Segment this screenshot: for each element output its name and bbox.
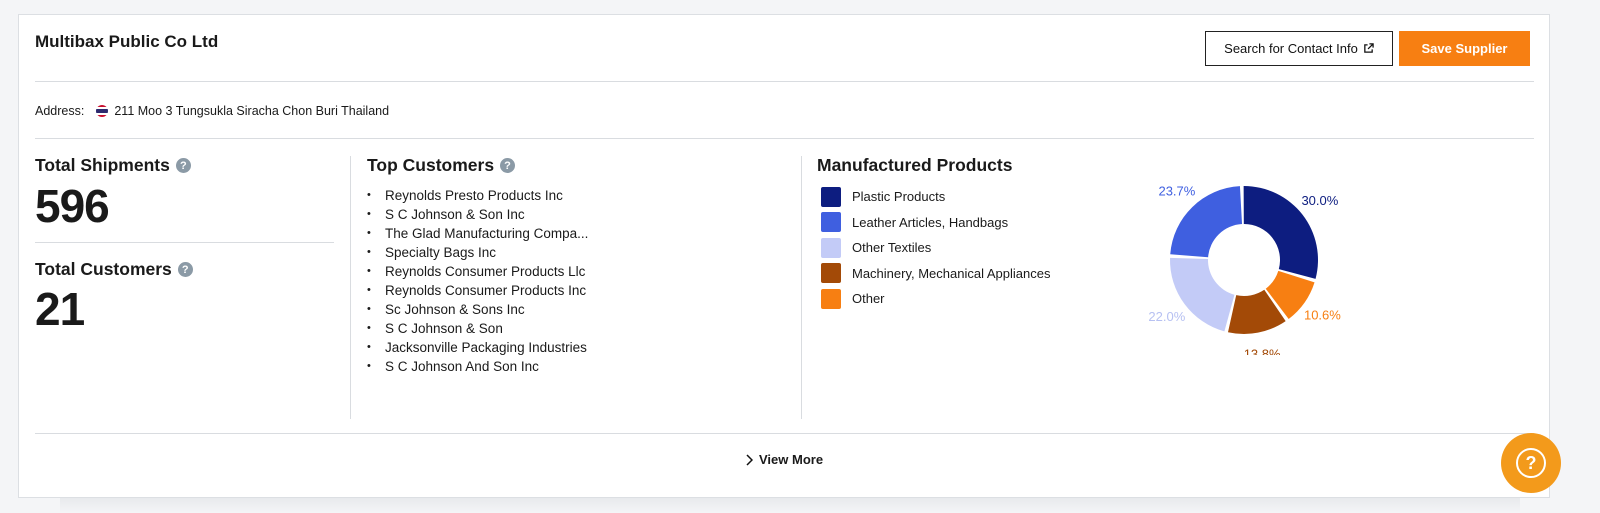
- question-icon: ?: [1516, 448, 1546, 478]
- legend-item[interactable]: Leather Articles, Handbags: [821, 210, 1050, 236]
- address-row: Address: 211 Moo 3 Tungsukla Siracha Cho…: [35, 104, 389, 118]
- question-icon[interactable]: ?: [175, 158, 191, 173]
- list-item[interactable]: Sc Johnson & Sons Inc: [367, 300, 588, 319]
- total-customers-heading: Total Customers ?: [35, 259, 193, 280]
- chart-data-label: 22.0%: [1149, 309, 1186, 324]
- legend-item[interactable]: Plastic Products: [821, 184, 1050, 210]
- stats-divider: [35, 242, 334, 243]
- question-icon[interactable]: ?: [500, 158, 516, 173]
- manufactured-products-title: Manufactured Products: [817, 155, 1013, 175]
- legend-item[interactable]: Other: [821, 286, 1050, 312]
- thailand-flag-icon: [96, 105, 109, 117]
- column-divider: [350, 156, 351, 419]
- legend-label: Leather Articles, Handbags: [852, 214, 1009, 230]
- legend-swatch: [821, 288, 841, 309]
- list-item[interactable]: S C Johnson And Son Inc: [367, 357, 588, 376]
- chart-data-label: 23.7%: [1158, 183, 1195, 198]
- address-label: Address:: [35, 104, 85, 118]
- products-donut-chart: 30.0% 10.6% 13.8% 22.0% 23.7%: [1149, 183, 1341, 355]
- view-more-label: View More: [759, 452, 824, 467]
- total-shipments-value: 596: [35, 180, 110, 232]
- legend-label: Plastic Products: [852, 189, 946, 205]
- question-icon[interactable]: ?: [177, 262, 193, 277]
- chart-legend: Plastic Products Leather Articles, Handba…: [821, 184, 1050, 312]
- total-shipments-heading: Total Shipments ?: [35, 155, 191, 176]
- legend-swatch: [821, 263, 841, 284]
- search-contact-button[interactable]: Search for Contact Info: [1205, 31, 1393, 66]
- list-item[interactable]: S C Johnson & Son Inc: [367, 205, 588, 224]
- view-more-button[interactable]: View More: [745, 452, 823, 467]
- save-supplier-button[interactable]: Save Supplier: [1399, 31, 1530, 66]
- column-divider: [801, 156, 802, 419]
- total-customers-title: Total Customers: [35, 259, 172, 279]
- address-value: 211 Moo 3 Tungsukla Siracha Chon Buri Th…: [114, 104, 390, 118]
- list-item[interactable]: Jacksonville Packaging Industries: [367, 338, 588, 357]
- chevron-right-icon: [746, 453, 753, 466]
- chart-data-label: 10.6%: [1304, 307, 1341, 322]
- list-item[interactable]: Reynolds Consumer Products Inc: [367, 281, 588, 300]
- total-shipments-title: Total Shipments: [35, 155, 170, 175]
- top-customers-heading: Top Customers ?: [367, 155, 516, 176]
- search-contact-label: Search for Contact Info: [1224, 41, 1358, 56]
- list-item[interactable]: Reynolds Consumer Products Llc: [367, 262, 588, 281]
- external-link-icon: [1364, 43, 1374, 53]
- chart-data-label: 30.0%: [1301, 193, 1338, 208]
- legend-label: Other: [852, 291, 885, 307]
- total-customers-value: 21: [35, 283, 85, 335]
- chart-data-label: 13.8%: [1244, 346, 1281, 355]
- list-item[interactable]: The Glad Manufacturing Compa...: [367, 224, 588, 243]
- list-item[interactable]: Reynolds Presto Products Inc: [367, 186, 588, 205]
- legend-item[interactable]: Machinery, Mechanical Appliances: [821, 261, 1050, 287]
- page-shadow: [60, 496, 1520, 513]
- legend-swatch: [821, 237, 841, 258]
- header-divider: [35, 81, 1534, 82]
- top-customers-list: Reynolds Presto Products IncS C Johnson …: [367, 186, 588, 376]
- help-fab-button[interactable]: ?: [1501, 433, 1561, 493]
- list-item[interactable]: Specialty Bags Inc: [367, 243, 588, 262]
- footer-divider: [35, 433, 1534, 434]
- legend-label: Machinery, Mechanical Appliances: [852, 265, 1051, 281]
- supplier-card: Multibax Public Co Ltd Search for Contac…: [18, 14, 1550, 498]
- list-item[interactable]: S C Johnson & Son: [367, 319, 588, 338]
- supplier-title: Multibax Public Co Ltd: [35, 32, 219, 51]
- manufactured-products-heading: Manufactured Products: [817, 155, 1012, 176]
- legend-item[interactable]: Other Textiles: [821, 235, 1050, 261]
- legend-swatch: [821, 212, 841, 233]
- address-divider: [35, 138, 1534, 139]
- legend-swatch: [821, 186, 841, 207]
- top-customers-title: Top Customers: [367, 155, 495, 175]
- legend-label: Other Textiles: [852, 240, 932, 256]
